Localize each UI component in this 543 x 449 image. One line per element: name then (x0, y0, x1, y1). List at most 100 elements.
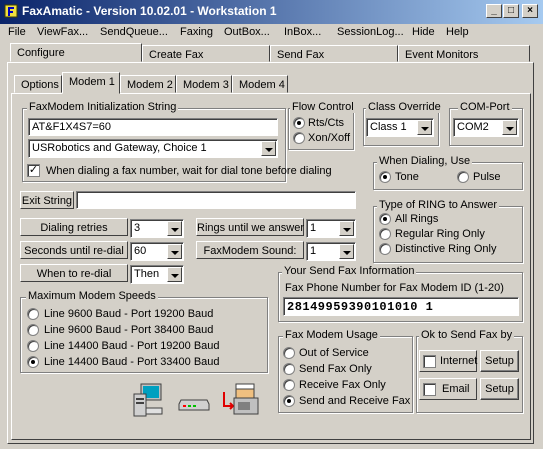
menu-help[interactable]: Help (446, 26, 469, 38)
modem-speeds-label: Maximum Modem Speeds (26, 290, 158, 302)
fax-machine-icon (223, 383, 259, 415)
class-override-value: Class 1 (370, 121, 407, 133)
dialing-retries-select[interactable]: 3 (130, 219, 184, 238)
when-redial-select[interactable]: Then (130, 265, 184, 284)
com-port-value: COM2 (457, 121, 489, 133)
ring-distinctive-radio[interactable] (379, 243, 391, 255)
internet-option: Internet (419, 350, 477, 372)
usage-send-receive-label: Send and Receive Fax (299, 395, 411, 407)
usage-out-of-service-label: Out of Service (299, 347, 369, 359)
modem-icon (178, 399, 210, 411)
wait-dialtone-checkbox[interactable]: ✓ (27, 164, 40, 177)
tab-modem-4[interactable]: Modem 4 (232, 75, 288, 93)
init-string-group-label: FaxModem Initialization String (27, 101, 179, 113)
speed-2-radio[interactable] (27, 324, 39, 336)
tab-create-fax[interactable]: Create Fax (142, 45, 270, 62)
tab-send-fax[interactable]: Send Fax (270, 45, 398, 62)
dial-tone-radio[interactable] (379, 171, 391, 183)
usage-label: Fax Modem Usage (283, 329, 380, 341)
flow-xonxoff-radio[interactable] (293, 132, 305, 144)
exit-string-label: Exit String (20, 191, 74, 209)
modem-type-select[interactable]: USRobotics and Gateway, Choice 1 (28, 139, 278, 158)
internet-checkbox[interactable] (423, 355, 436, 368)
tab-options[interactable]: Options (14, 75, 62, 93)
rings-answer-label: Rings until we answer (196, 218, 304, 236)
com-port-label: COM-Port (458, 101, 512, 113)
tab-modem-3[interactable]: Modem 3 (176, 75, 232, 93)
tab-modem-2[interactable]: Modem 2 (120, 75, 176, 93)
dialing-retries-value: 3 (134, 222, 141, 234)
modem-sound-label: FaxModem Sound: (196, 241, 304, 259)
ring-regular-radio[interactable] (379, 228, 391, 240)
menu-inbox[interactable]: InBox... (284, 26, 321, 38)
ring-all-radio[interactable] (379, 213, 391, 225)
chevron-down-icon[interactable] (167, 221, 182, 236)
menu-bar: File ViewFax... SendQueue... Faxing OutB… (0, 24, 543, 42)
usage-receive-only-radio[interactable] (283, 379, 295, 391)
ring-distinctive-label: Distinctive Ring Only (395, 243, 497, 255)
tab-configure[interactable]: Configure (10, 43, 142, 62)
modem-type-value: USRobotics and Gateway, Choice 1 (32, 142, 207, 154)
flow-rtscts-radio[interactable] (293, 117, 305, 129)
usage-send-only-label: Send Fax Only (299, 363, 372, 375)
flow-control-label: Flow Control (290, 101, 356, 113)
tab-modem-1[interactable]: Modem 1 (62, 72, 120, 94)
ok-send-group (416, 336, 523, 413)
speed-4-label: Line 14400 Baud - Port 33400 Baud (44, 356, 220, 368)
chevron-down-icon[interactable] (261, 141, 276, 156)
email-setup-button[interactable]: Setup (480, 378, 519, 400)
init-string-input[interactable]: AT&F1X4S7=60 (28, 118, 278, 136)
seconds-redial-select[interactable]: 60 (130, 242, 184, 261)
speed-3-radio[interactable] (27, 340, 39, 352)
com-port-select[interactable]: COM2 (453, 118, 519, 137)
wait-dialtone-label: When dialing a fax number, wait for dial… (46, 165, 332, 177)
fax-phone-label: Fax Phone Number for Fax Modem ID (1-20) (285, 282, 504, 294)
window-title: FaxAmatic - Version 10.02.01 - Workstati… (22, 4, 277, 18)
ring-all-label: All Rings (395, 213, 439, 225)
menu-file[interactable]: File (8, 26, 26, 38)
modem-sound-select[interactable]: 1 (306, 242, 356, 261)
menu-hide[interactable]: Hide (412, 26, 435, 38)
speed-1-radio[interactable] (27, 308, 39, 320)
dial-pulse-radio[interactable] (457, 171, 469, 183)
speed-4-radio[interactable] (27, 356, 39, 368)
chevron-down-icon[interactable] (339, 221, 354, 236)
tab-event-monitors[interactable]: Event Monitors (398, 45, 530, 62)
usage-send-receive-radio[interactable] (283, 395, 295, 407)
when-dialing-label: When Dialing, Use (377, 155, 473, 167)
usage-out-of-service-radio[interactable] (283, 347, 295, 359)
flow-rtscts-label: Rts/Cts (308, 117, 345, 129)
exit-string-input[interactable] (76, 191, 356, 209)
class-override-label: Class Override (366, 101, 443, 113)
class-override-select[interactable]: Class 1 (366, 118, 434, 137)
speed-2-label: Line 9600 Baud - Port 38400 Baud (44, 324, 214, 336)
when-redial-label: When to re-dial (20, 264, 128, 282)
rings-answer-select[interactable]: 1 (306, 219, 356, 238)
minimize-button[interactable]: _ (486, 4, 502, 18)
fax-phone-input[interactable]: 28149959390101010 1 (283, 297, 519, 316)
close-button[interactable]: × (522, 4, 538, 18)
modem-sound-value: 1 (310, 245, 317, 257)
maximize-button[interactable]: □ (503, 4, 519, 18)
chevron-down-icon[interactable] (339, 244, 354, 259)
chevron-down-icon[interactable] (167, 267, 182, 282)
faxamatic-app-icon[interactable] (3, 3, 19, 19)
internet-setup-button[interactable]: Setup (480, 350, 519, 372)
email-option: Email (419, 378, 477, 400)
menu-faxing[interactable]: Faxing (180, 26, 213, 38)
flow-xonxoff-label: Xon/Xoff (308, 132, 350, 144)
rings-answer-value: 1 (310, 222, 317, 234)
menu-outbox[interactable]: OutBox... (224, 26, 270, 38)
chevron-down-icon[interactable] (502, 120, 517, 135)
email-checkbox[interactable] (423, 383, 436, 396)
usage-send-only-radio[interactable] (283, 363, 295, 375)
menu-sessionlog[interactable]: SessionLog... (337, 26, 404, 38)
email-label: Email (442, 383, 470, 395)
speed-1-label: Line 9600 Baud - Port 19200 Baud (44, 308, 214, 320)
menu-sendqueue[interactable]: SendQueue... (100, 26, 168, 38)
internet-label: Internet (440, 355, 478, 367)
dial-tone-label: Tone (395, 171, 419, 183)
menu-viewfax[interactable]: ViewFax... (37, 26, 88, 38)
chevron-down-icon[interactable] (417, 120, 432, 135)
chevron-down-icon[interactable] (167, 244, 182, 259)
